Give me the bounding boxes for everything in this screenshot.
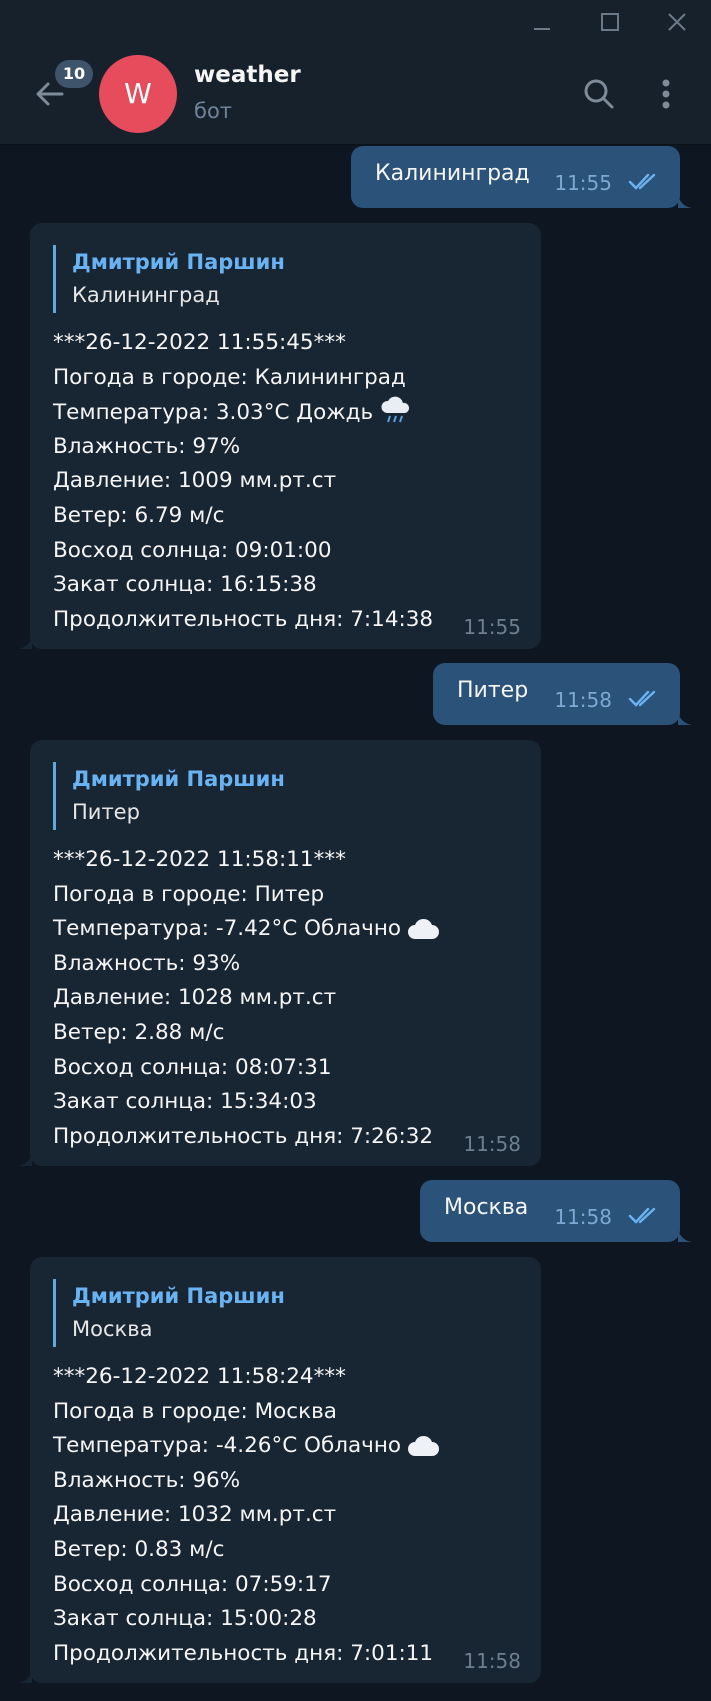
message-body: ***26-12-2022 11:55:45*** Погода в город…: [53, 326, 433, 637]
reply-author: Дмитрий Паршин: [72, 767, 285, 791]
incoming-message[interactable]: Дмитрий Паршин Питер ***26-12-2022 11:58…: [18, 740, 541, 1166]
cloud-icon: [407, 1434, 441, 1470]
message-time: 11:55: [554, 171, 612, 195]
message-time: 11:55: [463, 615, 521, 639]
message-line: Температура: -4.26°C Облачно: [53, 1429, 441, 1464]
reply-quote[interactable]: Дмитрий Паршин Питер: [53, 762, 470, 830]
message-time: 11:58: [463, 1649, 521, 1673]
avatar[interactable]: W: [99, 55, 177, 133]
maximize-icon[interactable]: [596, 8, 624, 36]
incoming-message[interactable]: Дмитрий Паршин Калининград ***26-12-2022…: [18, 223, 541, 649]
message-line: ***26-12-2022 11:58:11***: [53, 847, 346, 872]
double-check-icon: [628, 172, 662, 190]
double-check-icon: [628, 689, 662, 707]
outgoing-message[interactable]: Москва 11:58: [420, 1180, 692, 1242]
message-line: Погода в городе: Питер: [53, 881, 325, 907]
search-icon[interactable]: [581, 76, 617, 112]
temperature-text: Температура: -7.42°C Облачно: [53, 916, 402, 942]
message-line: Влажность: 96%: [53, 1467, 241, 1493]
message-line: Закат солнца: 15:00:28: [53, 1606, 317, 1632]
temperature-text: Температура: -4.26°C Облачно: [53, 1433, 402, 1459]
message-line: Давление: 1032 мм.рт.ст: [53, 1502, 337, 1528]
outgoing-message[interactable]: Питер 11:58: [433, 663, 692, 725]
reply-text: Москва: [72, 1317, 153, 1341]
message-line: Температура: 3.03°C Дождь: [53, 395, 433, 430]
minimize-icon[interactable]: [528, 8, 556, 36]
message-time: 11:58: [554, 688, 612, 712]
reply-text: Питер: [72, 800, 140, 824]
message-line: ***26-12-2022 11:58:24***: [53, 1364, 346, 1389]
rain-cloud-icon: [379, 395, 413, 437]
message-line: Давление: 1028 мм.рт.ст: [53, 985, 337, 1011]
unread-count-badge: 10: [55, 60, 93, 88]
message-line: Закат солнца: 16:15:38: [53, 572, 317, 598]
outgoing-message-text: Калининград: [375, 161, 530, 186]
message-line: Продолжительность дня: 7:01:11: [53, 1640, 434, 1666]
message-time: 11:58: [463, 1132, 521, 1156]
message-line: Температура: -7.42°C Облачно: [53, 912, 441, 947]
message-line: Продолжительность дня: 7:26:32: [53, 1123, 434, 1149]
message-body: ***26-12-2022 11:58:11*** Погода в город…: [53, 843, 441, 1154]
message-body: ***26-12-2022 11:58:24*** Погода в город…: [53, 1360, 441, 1671]
message-line: Закат солнца: 15:34:03: [53, 1089, 317, 1115]
message-line: ***26-12-2022 11:55:45***: [53, 330, 346, 355]
window-titlebar: [0, 0, 711, 44]
message-line: Восход солнца: 07:59:17: [53, 1571, 332, 1597]
outgoing-message-text: Москва: [444, 1195, 529, 1220]
outgoing-message[interactable]: Калининград 11:55: [351, 146, 692, 208]
message-line: Давление: 1009 мм.рт.ст: [53, 468, 337, 494]
message-line: Продолжительность дня: 7:14:38: [53, 606, 434, 632]
message-line: Ветер: 2.88 м/с: [53, 1019, 225, 1045]
message-line: Погода в городе: Москва: [53, 1398, 337, 1424]
more-vertical-icon[interactable]: [648, 76, 684, 112]
cloud-icon: [407, 917, 441, 953]
incoming-message[interactable]: Дмитрий Паршин Москва ***26-12-2022 11:5…: [18, 1257, 541, 1683]
close-icon[interactable]: [663, 8, 691, 36]
reply-author: Дмитрий Паршин: [72, 250, 285, 274]
chat-status: бот: [194, 99, 233, 123]
message-time: 11:58: [554, 1205, 612, 1229]
message-line: Влажность: 97%: [53, 433, 241, 459]
reply-quote[interactable]: Дмитрий Паршин Калининград: [53, 245, 470, 313]
message-line: Ветер: 6.79 м/с: [53, 502, 225, 528]
reply-text: Калининград: [72, 283, 220, 307]
outgoing-message-text: Питер: [457, 678, 529, 703]
reply-quote[interactable]: Дмитрий Паршин Москва: [53, 1279, 470, 1347]
reply-author: Дмитрий Паршин: [72, 1284, 285, 1308]
message-line: Влажность: 93%: [53, 950, 241, 976]
message-line: Восход солнца: 08:07:31: [53, 1054, 332, 1080]
message-line: Восход солнца: 09:01:00: [53, 537, 332, 563]
double-check-icon: [628, 1206, 662, 1224]
chat-title[interactable]: weather: [194, 62, 301, 88]
message-line: Ветер: 0.83 м/с: [53, 1536, 225, 1562]
message-line: Погода в городе: Калининград: [53, 364, 406, 390]
temperature-text: Температура: 3.03°C Дождь: [53, 400, 374, 426]
